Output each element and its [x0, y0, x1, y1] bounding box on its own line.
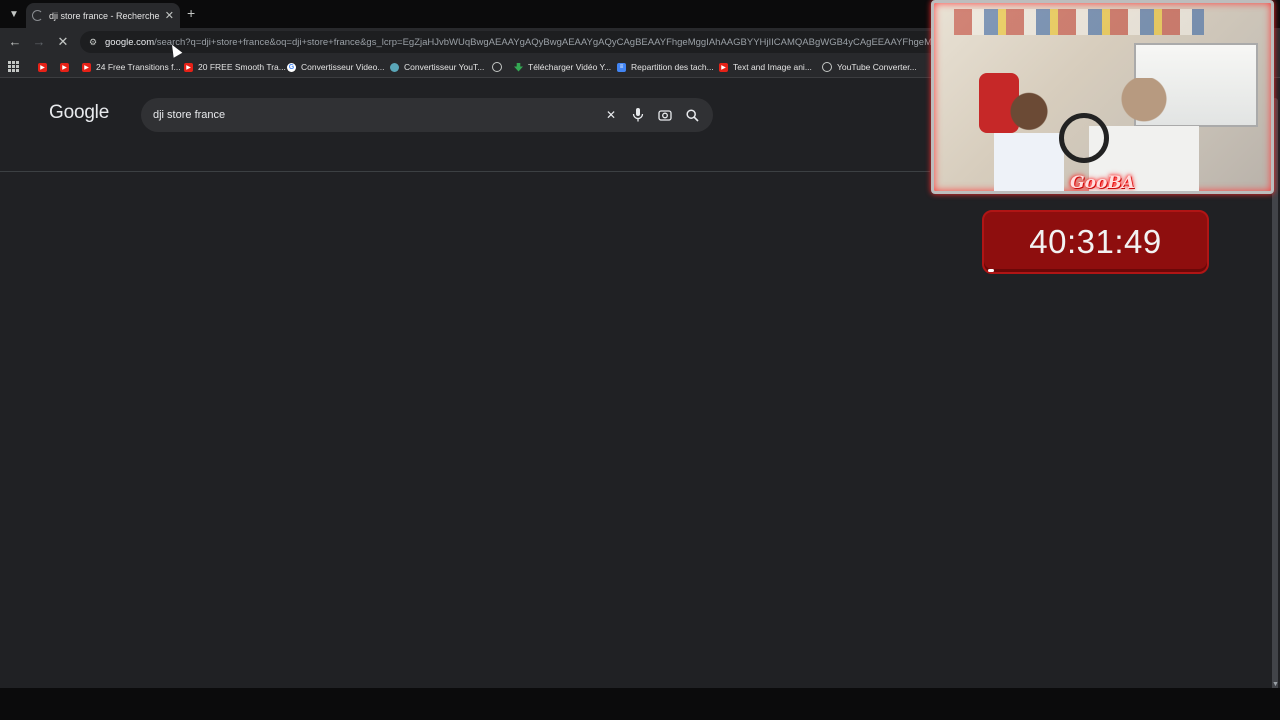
- timer-progress-indicator: [988, 269, 994, 272]
- loading-spinner-icon: [32, 10, 43, 21]
- url-text[interactable]: google.com/search?q=dji+store+france&oq=…: [105, 37, 965, 48]
- bookmark-item[interactable]: ▶ 24 Free Transitions f...: [82, 60, 181, 74]
- tab-search-chevron-icon[interactable]: ▼: [6, 6, 22, 22]
- tab-title: dji store france - Recherche Go: [49, 10, 161, 21]
- bookmark-item[interactable]: ▶: [38, 60, 52, 74]
- screen-bottom-bar: [0, 688, 1280, 720]
- bookmark-item[interactable]: ▶: [60, 60, 74, 74]
- search-box[interactable]: dji store france ✕: [141, 98, 713, 132]
- bookmark-item[interactable]: ▶ Text and Image ani...: [719, 60, 812, 74]
- youtube-icon: ▶: [184, 62, 193, 72]
- google-logo[interactable]: Google: [49, 102, 109, 124]
- webcam-name-label: GooBA: [1070, 173, 1135, 193]
- bookmark-item[interactable]: G Convertisseur Video...: [287, 60, 384, 74]
- download-icon: [514, 62, 523, 72]
- youtube-icon: ▶: [719, 62, 728, 72]
- search-icon[interactable]: [683, 106, 701, 124]
- bookmark-label: Télécharger Vidéo Y...: [528, 62, 612, 72]
- apps-grid-icon[interactable]: [8, 61, 19, 72]
- tab-active[interactable]: dji store france - Recherche Go ✕: [26, 3, 180, 28]
- stop-loading-icon[interactable]: ✕: [55, 34, 71, 50]
- stream-timer: 40:31:49: [982, 210, 1209, 274]
- tab-close-icon[interactable]: ✕: [165, 9, 174, 22]
- converter-icon: [390, 62, 399, 72]
- bookmark-item[interactable]: ▶ 20 FREE Smooth Tra...: [184, 60, 286, 74]
- bookmark-label: 24 Free Transitions f...: [96, 62, 181, 72]
- clear-icon[interactable]: ✕: [602, 106, 620, 124]
- bookmark-label: Convertisseur YouT...: [404, 62, 485, 72]
- forward-arrow-icon[interactable]: →: [31, 34, 47, 50]
- bookmark-label: Repartition des tach...: [631, 62, 714, 72]
- google-icon: G: [287, 62, 296, 72]
- back-arrow-icon[interactable]: ←: [7, 34, 23, 50]
- lens-camera-icon[interactable]: [656, 106, 674, 124]
- bookmark-item[interactable]: YouTube Converter...: [822, 60, 917, 74]
- bookmark-label: 20 FREE Smooth Tra...: [198, 62, 286, 72]
- new-tab-button[interactable]: +: [187, 6, 195, 20]
- bookmark-item[interactable]: [492, 60, 507, 74]
- bookmark-label: YouTube Converter...: [837, 62, 917, 72]
- search-input[interactable]: dji store france: [153, 109, 593, 121]
- youtube-icon: ▶: [82, 62, 91, 72]
- bookmark-item[interactable]: Télécharger Vidéo Y...: [514, 60, 611, 74]
- scroll-down-arrow-icon[interactable]: ▼: [1272, 681, 1279, 688]
- timer-text: 40:31:49: [1029, 223, 1162, 260]
- header-divider: [0, 171, 930, 172]
- site-info-icon[interactable]: ⚙: [86, 35, 100, 49]
- globe-icon: [822, 62, 832, 72]
- webcam-steering-wheel: [1059, 113, 1109, 163]
- bookmark-item[interactable]: ≡ Repartition des tach...: [617, 60, 714, 74]
- webcam-background-flags: [954, 9, 1204, 35]
- webcam-overlay: GooBA: [931, 0, 1274, 194]
- bookmark-label: Text and Image ani...: [733, 62, 812, 72]
- docs-icon: ≡: [617, 62, 626, 72]
- youtube-icon: ▶: [60, 62, 69, 72]
- youtube-icon: ▶: [38, 62, 47, 72]
- globe-icon: [492, 62, 502, 72]
- bookmark-item[interactable]: Convertisseur YouT...: [390, 60, 484, 74]
- microphone-icon[interactable]: [629, 106, 647, 124]
- bookmark-label: Convertisseur Video...: [301, 62, 385, 72]
